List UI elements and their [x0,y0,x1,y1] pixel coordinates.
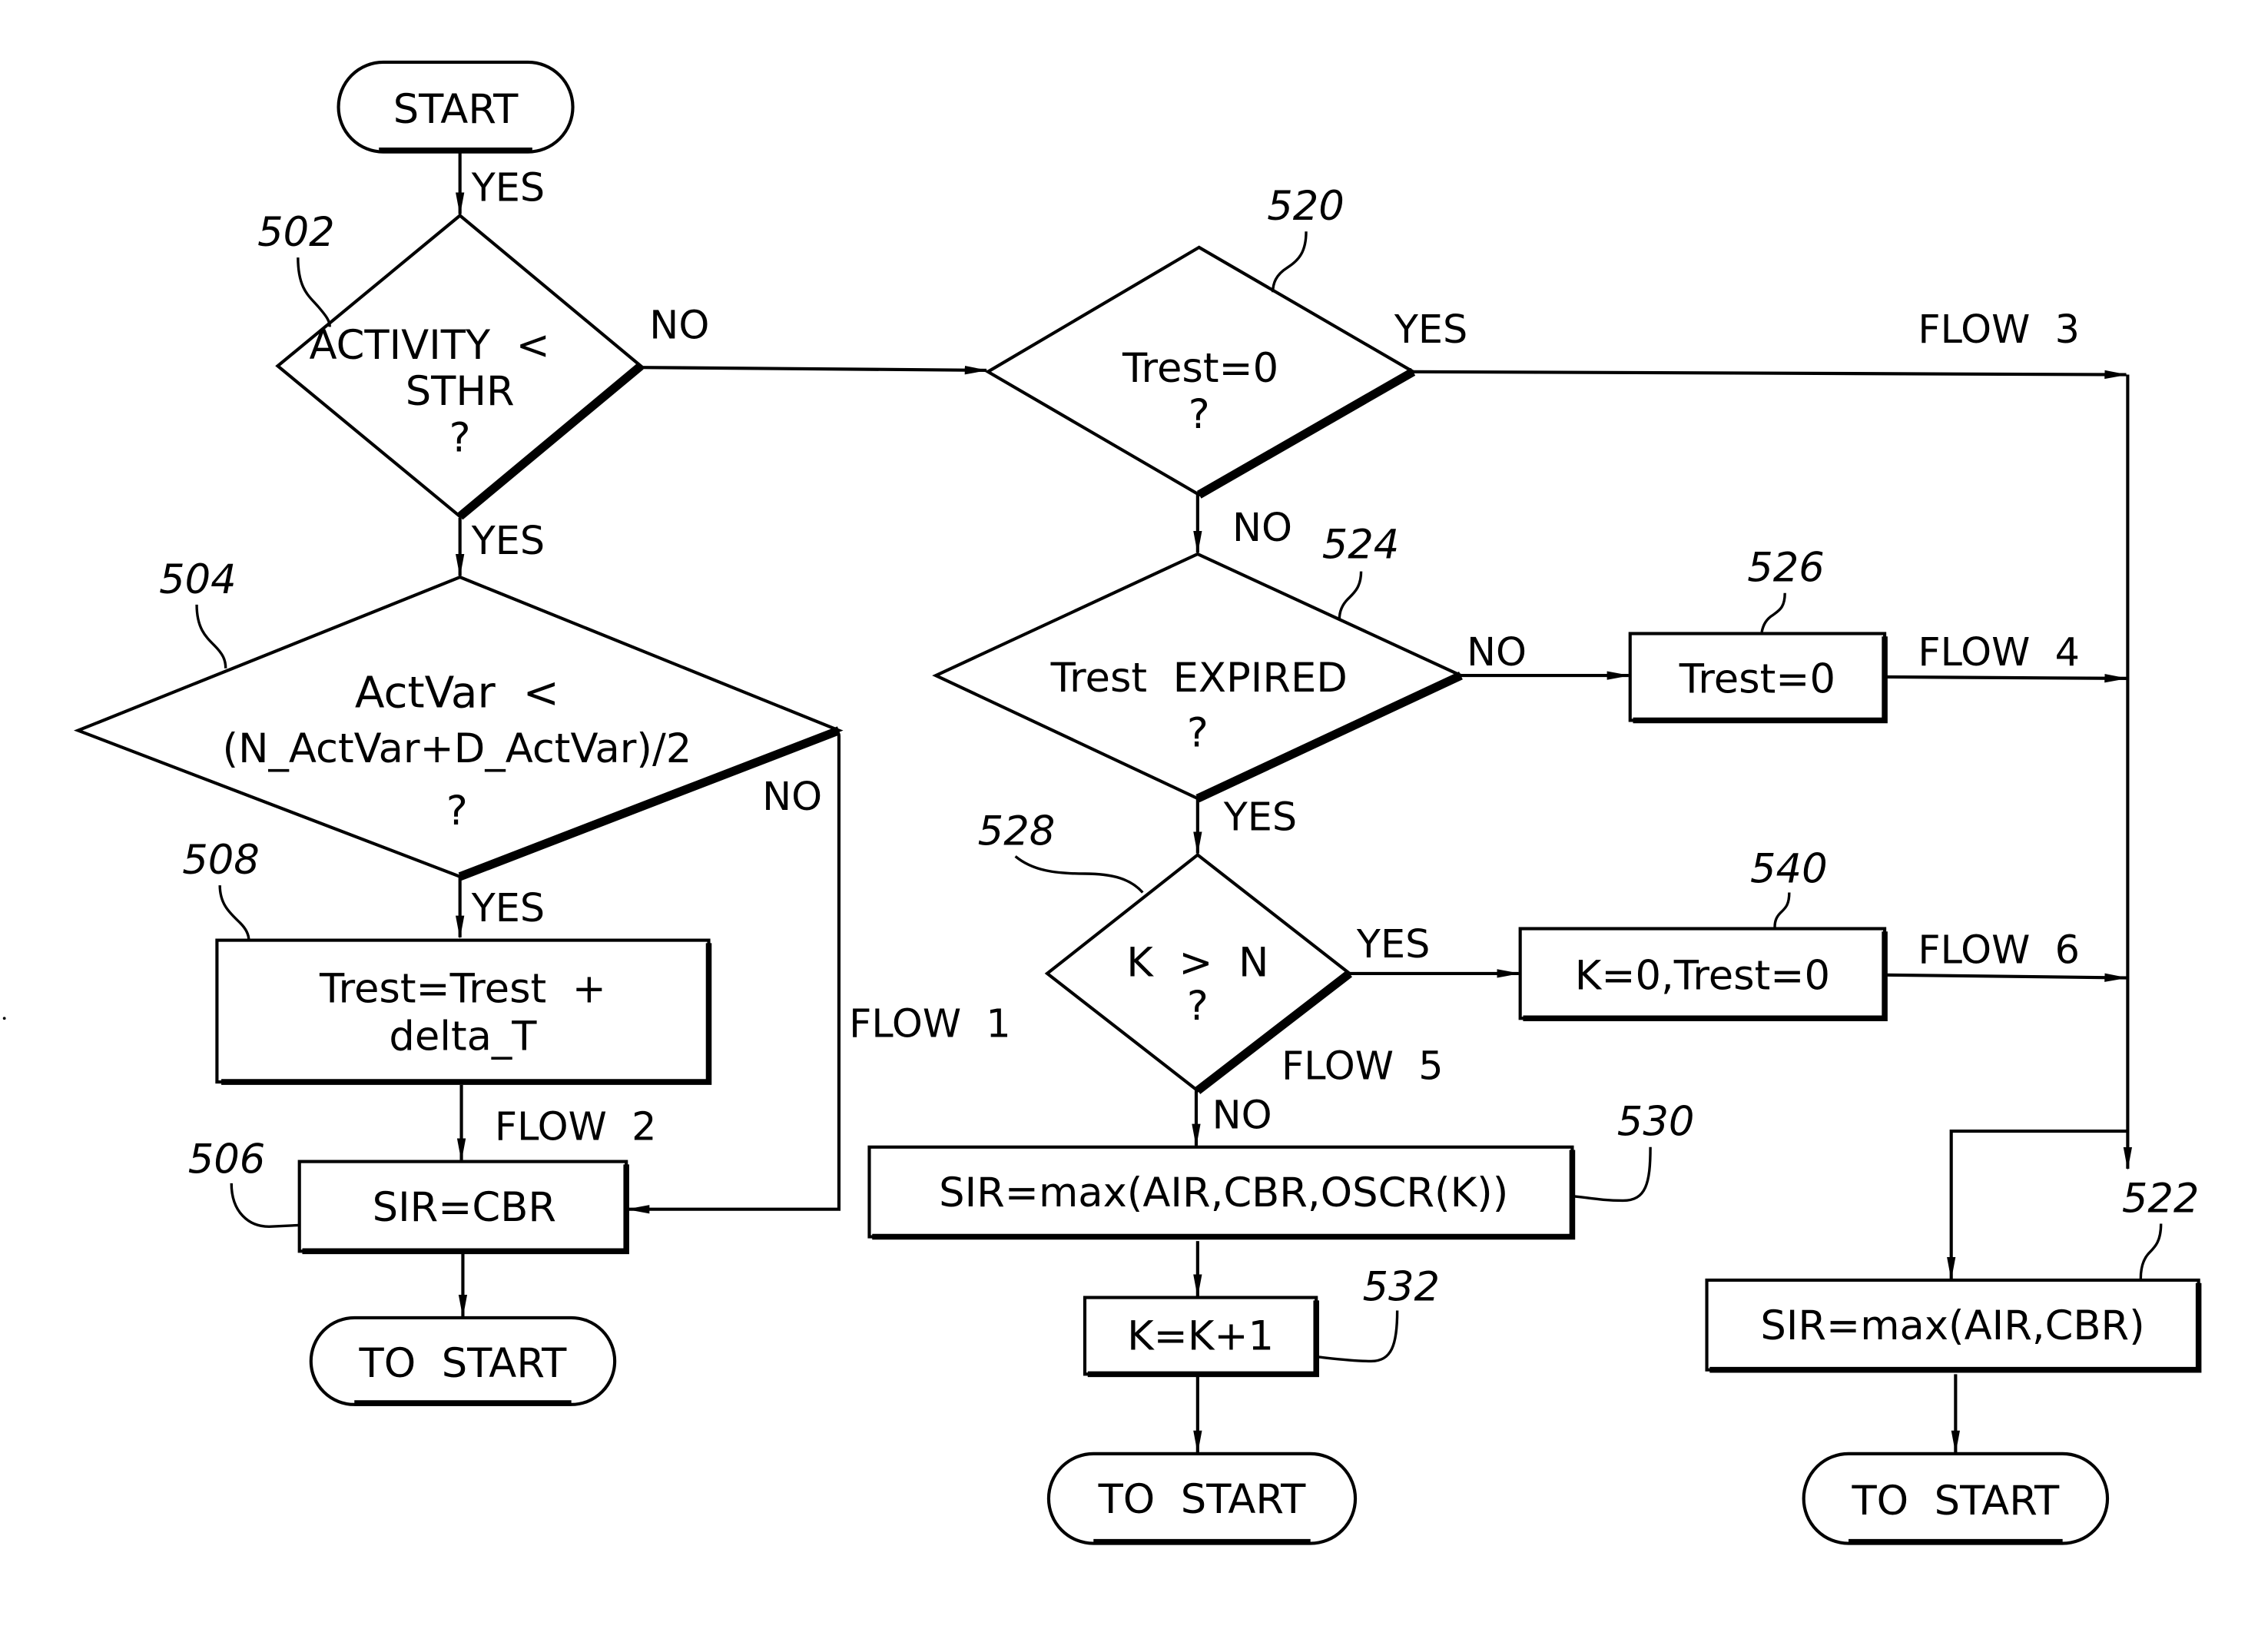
leader-530 [1573,1146,1652,1203]
process-508-line1: Trest=Trest + [319,966,606,1013]
ref-502: 502 [257,209,335,256]
label-504-no: NO [762,774,822,819]
label-504-yes: YES [471,885,545,931]
edge-526-bus-flow4 [1885,674,2128,683]
process-506-sir-cbr: SIR=CBR [297,1160,629,1255]
label-flow3: FLOW 3 [1918,307,2080,352]
label-flow1: FLOW 1 [849,1001,1011,1047]
to-start-middle-label: TO START [1098,1476,1307,1523]
leader-522 [2139,1223,2163,1279]
process-508-trest-increment: Trest=Trest + delta_T [215,938,712,1085]
process-540-label: K=0,Trest=0 [1575,953,1830,1000]
ref-526: 526 [1747,545,1825,592]
ref-528: 528 [978,808,1056,854]
label-528-yes: YES [1356,921,1430,967]
ref-524: 524 [1322,522,1400,569]
leader-520 [1272,231,1308,293]
decision-504-line1: ActVar < [355,669,559,718]
decision-520-line1: Trest=0 [1122,345,1278,392]
ref-540: 540 [1750,845,1828,892]
decision-502-line3: ? [449,414,471,461]
ref-522: 522 [2122,1176,2200,1223]
decision-524-line2: ? [1187,709,1209,756]
leader-506 [230,1183,300,1229]
to-start-right-label: TO START [1851,1478,2060,1525]
edge-520-bus-flow3 [1411,370,2128,380]
label-flow4: FLOW 4 [1918,629,2080,675]
process-506-label: SIR=CBR [373,1184,556,1231]
ref-508: 508 [182,837,260,884]
label-flow2: FLOW 2 [495,1103,657,1149]
decision-502-line2: STHR [406,368,515,415]
ref-530: 530 [1617,1099,1695,1146]
to-start-left-label: TO START [359,1340,568,1387]
decision-502-line1: ACTIVITY < [309,322,549,369]
process-532-increment-k: K=K+1 [1083,1296,1319,1378]
ref-532: 532 [1362,1263,1440,1310]
to-start-terminal-middle: TO START [1046,1452,1358,1545]
leader-524 [1338,571,1363,619]
decision-528-line1: K > N [1126,940,1268,987]
process-522-label: SIR=max(AIR,CBR) [1760,1302,2144,1349]
process-508-line2: delta_T [389,1014,537,1060]
label-520-no: NO [1232,505,1292,550]
scan-artifact-dot [2,1017,6,1020]
edge-540-bus-flow6 [1885,973,2128,982]
label-start-yes: YES [471,165,545,211]
leader-528 [1014,855,1144,894]
edge-bus-522 [1947,1130,2128,1280]
decision-524-line1: Trest EXPIRED [1050,655,1348,702]
label-520-yes: YES [1394,307,1467,352]
label-flow6: FLOW 6 [1918,927,2080,973]
process-540-reset-k-trest: K=0,Trest=0 [1518,927,1888,1022]
decision-502-activity: ACTIVITY < STHR ? [275,213,644,520]
decision-504-line3: ? [446,788,468,834]
process-526-label: Trest=0 [1679,656,1835,703]
label-524-no: NO [1467,629,1527,675]
ref-506: 506 [188,1136,266,1183]
leader-540 [1773,892,1791,927]
process-522-sir-max: SIR=max(AIR,CBR) [1705,1278,2202,1373]
start-label: START [393,86,519,133]
flowchart: START ACTIVITY < STHR ? ActVar < (N_ActV… [2,60,2202,1545]
decision-504-actvar: ActVar < (N_ActVar+D_ActVar)/2 ? [73,575,844,881]
process-530-label: SIR=max(AIR,CBR,OSCR(K)) [939,1170,1508,1216]
label-528-no: NO [1212,1092,1272,1137]
decision-504-line2: (N_ActVar+D_ActVar)/2 [223,725,692,772]
decision-528-line2: ? [1187,983,1209,1030]
label-502-no: NO [649,302,709,347]
leader-532 [1316,1310,1399,1363]
ref-504: 504 [159,556,237,603]
decision-524-trest-expired: Trest EXPIRED ? [932,552,1465,803]
label-524-yes: YES [1223,795,1297,840]
leader-508 [218,885,250,941]
start-terminal: START [337,60,575,154]
process-530-sir-max-oscr: SIR=max(AIR,CBR,OSCR(K)) [867,1145,1576,1240]
label-502-yes: YES [471,518,545,563]
process-532-label: K=K+1 [1127,1312,1274,1359]
edge-502-520 [639,366,988,375]
to-start-terminal-right: TO START [1802,1452,2110,1545]
leader-502 [297,257,331,327]
decision-520-trest-zero: Trest=0 ? [984,245,1417,499]
leader-526 [1760,592,1786,632]
ref-520: 520 [1267,183,1345,230]
label-flow5: FLOW 5 [1282,1043,1444,1088]
to-start-terminal-left: TO START [309,1316,617,1406]
decision-520-line2: ? [1189,391,1210,438]
leader-504 [195,604,227,669]
process-526-trest-reset: Trest=0 [1628,632,1888,724]
